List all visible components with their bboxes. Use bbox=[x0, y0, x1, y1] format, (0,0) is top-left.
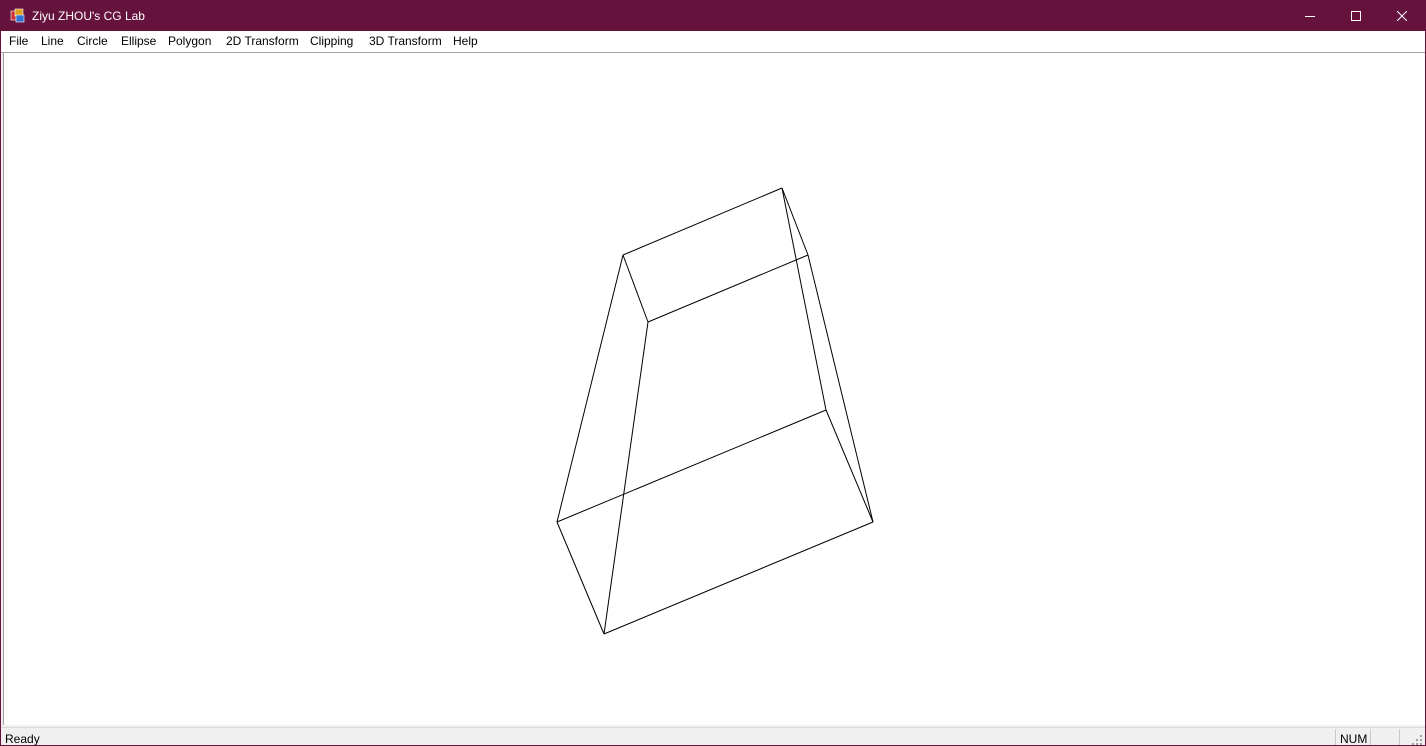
wireframe-edge bbox=[622, 254, 649, 323]
menu-ellipse[interactable]: Ellipse bbox=[121, 34, 156, 49]
wireframe-edge bbox=[556, 254, 624, 523]
menu-bar: File Line Circle Ellipse Polygon 2D Tran… bbox=[1, 31, 1425, 52]
wireframe-edge bbox=[647, 254, 809, 323]
resize-grip-icon[interactable] bbox=[1411, 734, 1423, 746]
status-panel bbox=[1371, 729, 1400, 745]
wireframe-edge bbox=[622, 187, 783, 256]
status-bar: Ready NUM bbox=[1, 727, 1425, 746]
menu-line[interactable]: Line bbox=[41, 34, 64, 49]
wireframe-edge bbox=[781, 187, 809, 256]
wireframe-edge bbox=[603, 321, 649, 635]
wireframe-edge bbox=[556, 521, 605, 635]
minimize-button[interactable] bbox=[1287, 1, 1333, 31]
close-button[interactable] bbox=[1379, 1, 1425, 31]
app-icon[interactable] bbox=[10, 8, 25, 23]
menu-polygon[interactable]: Polygon bbox=[168, 34, 211, 49]
menu-file[interactable]: File bbox=[9, 34, 28, 49]
num-lock-indicator: NUM bbox=[1340, 732, 1368, 746]
menu-circle[interactable]: Circle bbox=[77, 34, 108, 49]
close-icon bbox=[1397, 11, 1407, 21]
menu-3d-transform[interactable]: 3D Transform bbox=[369, 34, 442, 49]
minimize-icon bbox=[1305, 16, 1315, 17]
drawing-canvas[interactable] bbox=[3, 53, 1425, 725]
wireframe-drawing bbox=[556, 187, 874, 635]
wireframe-edge bbox=[556, 409, 827, 523]
wireframe-edge bbox=[781, 187, 827, 411]
num-lock-panel: NUM bbox=[1335, 729, 1371, 746]
maximize-button[interactable] bbox=[1333, 1, 1379, 31]
wireframe-edge bbox=[603, 521, 874, 635]
maximize-icon bbox=[1351, 11, 1361, 21]
window-title: Ziyu ZHOU's CG Lab bbox=[32, 9, 145, 23]
app-window: Ziyu ZHOU's CG Lab File Line Circle Elli… bbox=[0, 0, 1426, 746]
menu-clipping[interactable]: Clipping bbox=[310, 34, 353, 49]
title-bar[interactable]: Ziyu ZHOU's CG Lab bbox=[1, 1, 1425, 31]
menu-help[interactable]: Help bbox=[453, 34, 478, 49]
menu-2d-transform[interactable]: 2D Transform bbox=[226, 34, 299, 49]
wireframe-edge bbox=[807, 254, 874, 523]
status-text: Ready bbox=[5, 732, 40, 746]
